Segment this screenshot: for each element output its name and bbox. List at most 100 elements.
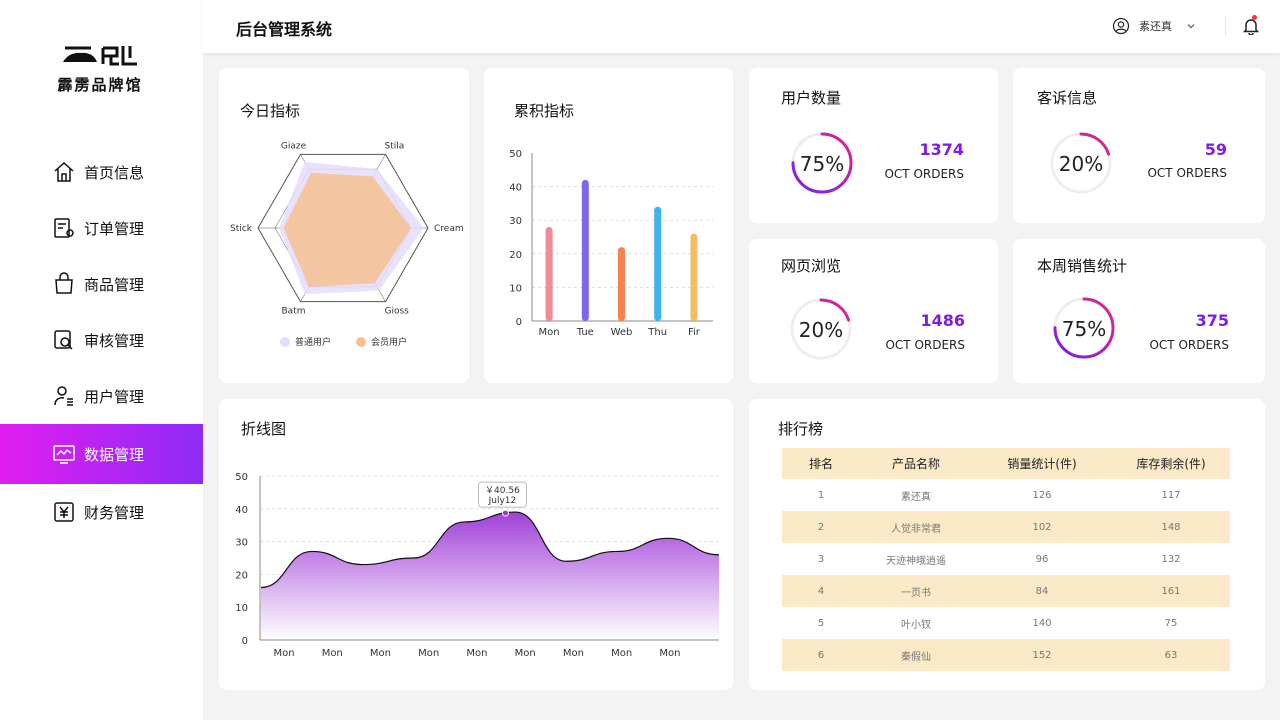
bar-chart: 0 10 20 30 40 50 Mon Tue Web Thu Fir [509,149,713,338]
user-avatar-icon [1112,17,1130,35]
table-cell: 秦假仙 [860,639,972,671]
table-cell: 152 [972,639,1112,671]
sidebar-item-home[interactable]: 首页信息 [0,144,203,200]
stat-percent: 75% [1061,317,1107,341]
monitor-chart-icon [53,445,75,464]
radar-chart: Giaze Stila Cream Gioss Batm Stick 普通用户 会员用户 [230,142,464,348]
bar-card: 累积指标 0 10 20 30 40 50 Mon Tue Web Thu Fir [484,68,733,383]
chevron-down-icon [1187,24,1195,29]
y-tick-label: 10 [509,283,522,294]
table-cell: 3 [817,553,825,565]
top-header: 后台管理系统 素还真 [203,0,1280,53]
review-icon [54,330,73,350]
users-stat-card: 用户数量 75% 1374 OCT ORDERS [749,68,998,223]
sidebar-item-review[interactable]: 审核管理 [0,312,203,368]
shopping-bag-icon [55,272,73,294]
table-cell: 天迹神皒逍遥 [886,555,946,567]
complaints-stat-card: 客诉信息 20% 59 OCT ORDERS [1013,68,1265,223]
card-title: 用户数量 [781,89,842,107]
table-cell: 140 [1032,617,1052,629]
brand-name: 霹雳品牌馆 [57,76,143,94]
sidebar-item-data[interactable]: 数据管理 [0,424,203,484]
table-row[interactable]: 6 秦假仙 152 63 [782,639,1230,671]
table-row[interactable]: 4 一页书 84 161 [782,575,1230,607]
table-row[interactable]: 1 素还真 126 117 [782,479,1230,511]
stat-value: 375 [1195,311,1229,330]
yen-icon [54,502,74,522]
order-icon [54,218,74,238]
legend-swatch [280,337,290,347]
sidebar-item-products[interactable]: 商品管理 [0,256,203,312]
page-title: 后台管理系统 [236,20,333,39]
x-tick-label: Web [611,327,633,338]
tooltip-marker [501,509,509,517]
tooltip-value: ￥40.56 [485,486,520,496]
sidebar-item-label: 首页信息 [84,163,145,182]
table-header-row: 排名 产品名称 销量统计(件) 库存剩余(件) [782,448,1230,479]
x-tick-label: Mon [611,648,632,659]
x-tick-label: Mon [563,648,584,659]
table-cell: 4 [782,575,860,607]
radar-axis-label: Gioss [385,306,410,316]
table-cell: 102 [972,511,1112,543]
x-tick-label: Mon [322,648,343,659]
y-tick-label: 0 [242,636,248,647]
table-cell: 84 [972,575,1112,607]
sidebar-item-label: 审核管理 [84,331,145,350]
radar-axis-label: Stila [385,142,405,152]
card-title: 排行榜 [778,420,824,438]
sidebar-item-label: 财务管理 [84,503,145,522]
bar [690,233,698,321]
x-tick-label: Mon [418,648,439,659]
x-tick-label: Thu [647,327,667,338]
y-tick-label: 50 [509,149,522,160]
card-title: 折线图 [241,420,287,438]
radar-axis-label: Batm [282,306,306,316]
table-cell: 1 [817,489,825,501]
sidebar-item-label: 订单管理 [84,219,145,238]
x-tick-label: Tue [576,327,594,338]
sidebar-item-label: 商品管理 [84,275,145,294]
sidebar-item-finance[interactable]: 财务管理 [0,484,203,540]
stat-subtitle: OCT ORDERS [1147,166,1227,180]
y-tick-label: 40 [235,505,248,516]
stat-percent: 20% [798,318,844,342]
y-tick-label: 10 [235,603,248,614]
y-tick-label: 20 [509,250,522,261]
table-cell: 161 [1112,575,1230,607]
sidebar-item-label: 数据管理 [84,445,145,464]
username: 素还真 [1139,20,1172,33]
y-tick-label: 0 [516,317,522,328]
header-divider [1225,16,1226,36]
pageviews-stat-card: 网页浏览 20% 1486 OCT ORDERS [749,239,998,383]
card-title: 今日指标 [240,102,301,120]
legend-label: 会员用户 [371,336,407,348]
radar-axis-label: Stick [230,224,253,234]
area-fill [261,512,719,640]
table-cell: 75 [1164,617,1178,629]
table-row[interactable]: 5 叶小钗 140 75 [782,607,1230,639]
sidebar: 霹雳品牌馆 首页信息 订单管理 商品管理 审核管理 用户管理 数据管理 财务管理 [0,0,203,720]
x-tick-label: Fir [688,327,701,338]
sidebar-item-orders[interactable]: 订单管理 [0,200,203,256]
table-row[interactable]: 3 天迹神皒逍遥 96 132 [782,543,1230,575]
stat-subtitle: OCT ORDERS [884,167,964,181]
stat-percent: 20% [1058,152,1104,176]
stat-subtitle: OCT ORDERS [1149,338,1229,352]
y-tick-label: 50 [235,472,248,483]
y-tick-label: 20 [235,570,248,581]
x-tick-label: Mon [370,648,391,659]
table-cell: 人觉非常君 [860,511,972,543]
y-tick-label: 30 [509,216,522,227]
bell-icon[interactable] [1243,17,1259,35]
user-menu[interactable]: 素还真 [1112,17,1196,35]
x-tick-label: Mon [515,648,536,659]
radar-card: 今日指标 Giaze Stila Cream Gioss Batm Stick 普通用户 会员… [219,68,469,383]
radar-axis-label: Cream [434,224,464,234]
weekly-stat-card: 本周销售统计 75% 375 OCT ORDERS [1013,239,1265,383]
sidebar-item-users[interactable]: 用户管理 [0,368,203,424]
table-cell: 2 [782,511,860,543]
table-row[interactable]: 2 人觉非常君 102 148 [782,511,1230,543]
card-title: 网页浏览 [781,257,842,275]
ranking-table: 排名 产品名称 销量统计(件) 库存剩余(件) 1 素还真 126 117 2 … [782,448,1230,671]
